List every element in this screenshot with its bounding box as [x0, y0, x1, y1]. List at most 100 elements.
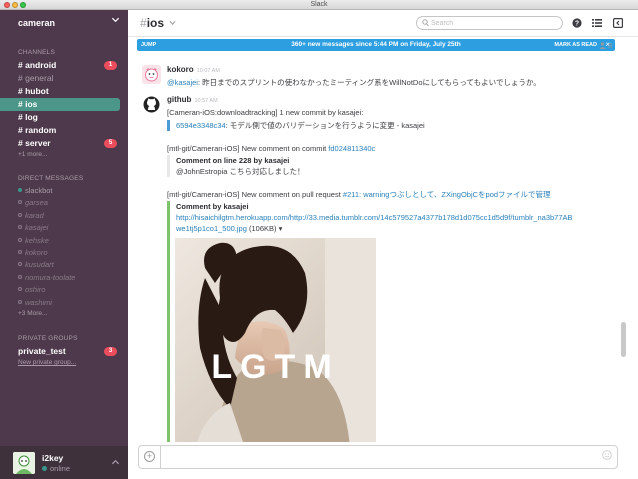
comment-attachment: Comment on line 228 by kasajei @JohnEstr…	[167, 155, 622, 177]
dm-label: garsea	[25, 198, 48, 208]
message-kokoro: kokoro 10:07 AM @kasajei: 昨日までのスプリントの使わなか…	[167, 64, 617, 88]
svg-text:?: ?	[575, 21, 579, 28]
presence-icon	[18, 200, 22, 205]
message-text: : 昨日までのスプリントの使わなかったミーティング系をWillNotDoにしても…	[197, 78, 541, 87]
dm-item-washimi[interactable]: washimi	[0, 297, 128, 309]
commit-attachment: 6594e3348c34: モデル側で値のバリデーションを行うように変更 - k…	[167, 120, 622, 131]
commit-hash-link[interactable]: 6594e3348c34	[176, 121, 226, 130]
dm-item-kokoro[interactable]: kokoro	[0, 247, 128, 259]
comment-body: @JohnEstropia こちら対応しました！	[176, 167, 305, 176]
pr-comment-title[interactable]: Comment by kasajei	[176, 201, 622, 212]
current-user-bar[interactable]: i2key online	[0, 446, 128, 479]
current-user-status: online	[42, 464, 70, 473]
team-name: cameran	[18, 18, 56, 28]
message-list[interactable]: kokoro 10:07 AM @kasajei: 昨日までのスプリントの使わなか…	[128, 52, 624, 442]
message-input[interactable]	[167, 451, 587, 463]
channel-header: #ios ?	[128, 10, 638, 37]
group-label: private_test	[18, 345, 66, 356]
pull-request-link[interactable]: #211: warningつぶしとして、ZXingObjCをpodファイルで管理	[343, 190, 551, 199]
sidebar-channel-random[interactable]: # random	[0, 124, 128, 137]
image-url-link-continued[interactable]: we1tj5p1co1_500.jpg	[176, 224, 247, 233]
dm-item-oshiro[interactable]: oshiro	[0, 284, 128, 296]
message-scrollbar[interactable]	[621, 52, 627, 442]
chevron-down-icon	[111, 17, 120, 23]
github-icon[interactable]	[142, 95, 161, 114]
sidebar-channel-general[interactable]: # general	[0, 72, 128, 85]
comment-intro: [mtl-git/Cameran-iOS] New comment on com…	[167, 144, 329, 153]
new-messages-text: 360+ new messages since 5:44 PM on Frida…	[291, 41, 461, 48]
dm-label: kusudart	[25, 260, 54, 270]
member-count-value: 8	[608, 41, 613, 50]
dm-label: kasajei	[25, 223, 49, 233]
presence-icon	[18, 262, 22, 267]
list-icon[interactable]	[592, 18, 602, 28]
channel-title[interactable]: #ios	[140, 16, 164, 30]
avatar[interactable]	[142, 65, 161, 84]
dm-item-karad[interactable]: karad	[0, 210, 128, 222]
new-messages-banner[interactable]: JUMP 360+ new messages since 5:44 PM on …	[137, 39, 615, 51]
unread-badge: 5	[104, 139, 117, 148]
dm-item-garsea[interactable]: garsea	[0, 197, 128, 209]
user-mention[interactable]: @kasajei	[167, 78, 198, 87]
online-icon	[42, 466, 47, 471]
lgtm-image[interactable]: LGTM	[175, 238, 376, 442]
commit-link[interactable]: fd024811340c	[328, 144, 375, 153]
dm-item-nomura-toolate[interactable]: nomura-toolate	[0, 272, 128, 284]
sidebar-channel-hubot[interactable]: # hubot	[0, 85, 128, 98]
message-time[interactable]: 10:57 AM	[194, 98, 217, 104]
presence-icon	[18, 287, 22, 292]
sidebar-group-private-test[interactable]: private_test 3	[0, 345, 128, 358]
team-menu[interactable]: cameran	[0, 10, 128, 37]
message-time[interactable]: 10:07 AM	[197, 68, 220, 74]
member-count[interactable]: 8	[599, 41, 612, 50]
presence-icon	[18, 299, 22, 304]
channel-label: log	[25, 112, 38, 122]
lgtm-caption: LGTM	[211, 348, 340, 386]
comment-title[interactable]: Comment on line 228 by kasajei	[176, 155, 622, 166]
sidebar-channel-android[interactable]: # android 1	[0, 59, 128, 72]
mark-as-read-button[interactable]: MARK AS READ	[554, 42, 597, 48]
sidebar-toggle-icon[interactable]	[613, 18, 623, 28]
dm-item-kusudart[interactable]: kusudart	[0, 259, 128, 271]
file-upload-button[interactable]: +	[139, 446, 161, 468]
channels-section-title[interactable]: CHANNELS	[0, 49, 128, 59]
search-input[interactable]	[431, 18, 556, 28]
search-box[interactable]	[416, 16, 563, 30]
sidebar-channel-log[interactable]: # log	[0, 111, 128, 124]
presence-icon	[18, 249, 22, 254]
message-author[interactable]: kokoro	[167, 65, 194, 74]
channel-label: ios	[25, 99, 38, 109]
dm-label: slackbot	[25, 186, 53, 195]
dm-label: washimi	[25, 297, 53, 307]
new-group-link[interactable]: New private group...	[0, 358, 128, 368]
scrollbar-thumb[interactable]	[621, 322, 626, 357]
window-title: Slack	[310, 1, 328, 8]
help-icon[interactable]: ?	[572, 18, 582, 28]
dms-more-link[interactable]: +3 More...	[0, 309, 128, 319]
chevron-down-icon[interactable]	[169, 20, 176, 26]
emoji-icon[interactable]	[602, 450, 612, 460]
image-size[interactable]: (106KB) ▾	[247, 224, 282, 233]
dm-item-kasajei[interactable]: kasajei	[0, 222, 128, 234]
presence-icon	[18, 212, 22, 217]
commit-summary: [Cameran-iOS:downloadtracking] 1 new com…	[167, 108, 364, 117]
dm-item-slackbot[interactable]: slackbot	[0, 185, 128, 197]
dm-item-kehske[interactable]: kehske	[0, 235, 128, 247]
plus-icon: +	[144, 451, 155, 462]
chevron-up-icon[interactable]	[111, 458, 120, 467]
dm-section-title[interactable]: DIRECT MESSAGES	[0, 175, 128, 185]
commit-message: : モデル側で値のバリデーションを行うように変更 - kasajei	[225, 121, 425, 130]
sidebar-channel-ios[interactable]: # ios	[0, 98, 120, 111]
groups-section-title[interactable]: PRIVATE GROUPS	[0, 335, 128, 345]
channels-more-link[interactable]: +1 more...	[0, 150, 128, 160]
current-user-name: i2key	[42, 453, 64, 463]
status-label: online	[50, 464, 71, 473]
message-composer[interactable]: +	[138, 445, 618, 469]
sidebar-channel-server[interactable]: # server 5	[0, 137, 128, 150]
message-author[interactable]: github	[167, 95, 191, 104]
image-url-link[interactable]: http://hisaichilgtm.herokuapp.com/http:/…	[176, 213, 573, 222]
unread-badge: 1	[104, 61, 117, 70]
channel-label: android	[25, 60, 57, 70]
pr-intro: [mtl-git/Cameran-iOS] New comment on pul…	[167, 190, 343, 199]
dm-label: kokoro	[25, 247, 48, 257]
